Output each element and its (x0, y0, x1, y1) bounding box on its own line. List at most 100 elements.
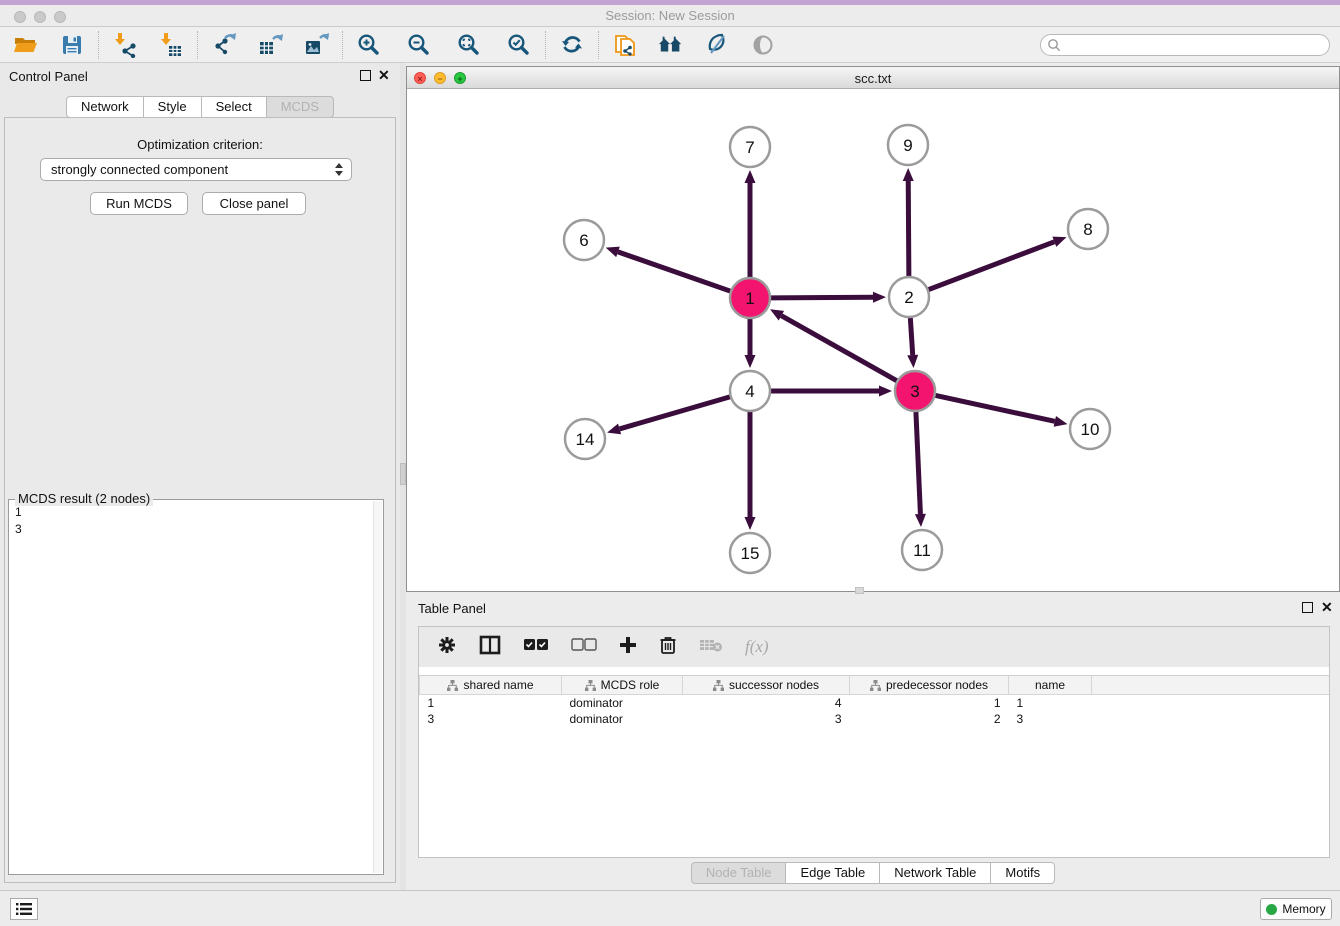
table-panel-title: Table Panel (418, 601, 486, 616)
export-table-icon[interactable] (257, 32, 283, 58)
cell-mcds-role[interactable]: dominator (562, 711, 683, 727)
delete-column-icon (699, 637, 723, 658)
column-header-predecessor-nodes[interactable]: predecessor nodes (850, 676, 1009, 695)
tab-node-table[interactable]: Node Table (691, 862, 787, 884)
cell-predecessor-nodes[interactable]: 2 (850, 711, 1009, 727)
import-table-icon[interactable] (158, 32, 184, 58)
cell-name[interactable]: 1 (1009, 695, 1092, 711)
cell-mcds-role[interactable]: dominator (562, 695, 683, 711)
graph-arrowhead-4-3 (879, 386, 892, 397)
tab-motifs[interactable]: Motifs (991, 862, 1055, 884)
tab-style[interactable]: Style (144, 96, 202, 118)
float-panel-icon[interactable] (360, 70, 371, 81)
delete-row-trash-icon[interactable] (659, 635, 677, 660)
graph-arrowhead-3-10 (1054, 416, 1068, 427)
graph-arrowhead-1-7 (745, 170, 756, 183)
close-panel-icon[interactable]: ✕ (378, 67, 390, 84)
add-column-icon[interactable] (619, 636, 637, 659)
search-input[interactable] (1040, 34, 1330, 56)
node-table-container: f(x) shared name (418, 626, 1330, 858)
application-window: Session: New Session (0, 0, 1340, 926)
zoom-selected-icon[interactable] (506, 32, 532, 58)
criterion-select[interactable]: strongly connected component (40, 158, 352, 181)
zoom-in-icon[interactable] (356, 32, 382, 58)
control-panel: Control Panel ✕ Network Style Select MCD… (0, 63, 400, 890)
graph-edge-4-14[interactable] (620, 397, 730, 429)
mcds-result-box: MCDS result (2 nodes) 1 3 (8, 499, 384, 875)
graph-node-label-3: 3 (910, 382, 919, 401)
graph-edge-2-8[interactable] (929, 242, 1055, 290)
tab-network[interactable]: Network (66, 96, 144, 118)
memory-button[interactable]: Memory (1260, 898, 1332, 920)
cell-successor-nodes[interactable]: 4 (683, 695, 850, 711)
export-network-icon[interactable] (211, 32, 237, 58)
save-session-icon[interactable] (59, 32, 85, 58)
graph-arrowhead-4-14 (607, 424, 621, 435)
graph-edge-3-11[interactable] (916, 412, 920, 514)
network-graph: 7968124314101511 (407, 89, 1339, 591)
zoom-fit-icon[interactable] (456, 32, 482, 58)
column-type-icon (585, 680, 596, 691)
tab-mcds[interactable]: MCDS (267, 96, 334, 118)
unselect-all-columns-icon[interactable] (571, 638, 597, 657)
task-history-button[interactable] (10, 898, 38, 920)
graph-arrowhead-1-4 (745, 355, 756, 368)
select-all-columns-icon[interactable] (523, 638, 549, 657)
cell-name[interactable]: 3 (1009, 711, 1092, 727)
column-header-shared-name[interactable]: shared name (420, 676, 562, 695)
control-panel-title: Control Panel (9, 69, 88, 84)
column-header-successor-nodes[interactable]: successor nodes (683, 676, 850, 695)
table-settings-gear-icon[interactable] (437, 635, 457, 660)
export-image-icon[interactable] (303, 32, 329, 58)
tab-network-table[interactable]: Network Table (880, 862, 991, 884)
import-network-icon[interactable] (112, 32, 138, 58)
criterion-value: strongly connected component (51, 162, 228, 177)
zoom-out-icon[interactable] (406, 32, 432, 58)
list-icon (16, 902, 32, 916)
table-row[interactable]: 3 dominator 3 2 3 (420, 711, 1330, 727)
column-header-mcds-role[interactable]: MCDS role (562, 676, 683, 695)
table-close-panel-icon[interactable]: ✕ (1321, 599, 1333, 616)
run-mcds-button[interactable]: Run MCDS (90, 192, 188, 215)
apply-layout-icon[interactable] (559, 32, 585, 58)
status-bar: Memory (0, 890, 1340, 926)
graph-arrowhead-3-11 (915, 514, 926, 527)
graph-arrowhead-2-9 (903, 168, 914, 181)
mcds-result-title: MCDS result (2 nodes) (15, 491, 153, 506)
show-hide-icon[interactable] (750, 32, 776, 58)
graph-edge-3-1[interactable] (781, 316, 896, 381)
graph-node-label-8: 8 (1083, 220, 1092, 239)
graph-edge-2-3[interactable] (910, 318, 912, 355)
graph-arrowhead-2-8 (1052, 237, 1066, 247)
cell-predecessor-nodes[interactable]: 1 (850, 695, 1009, 711)
close-panel-button[interactable]: Close panel (202, 192, 306, 215)
cell-shared-name[interactable]: 3 (420, 711, 562, 727)
table-header-row: shared name MCDS role successor nodes pr… (420, 676, 1330, 695)
column-header-name[interactable]: name (1009, 676, 1092, 695)
node-table: shared name MCDS role successor nodes pr… (419, 675, 1329, 727)
first-neighbors-icon[interactable] (658, 32, 684, 58)
horizontal-splitter-grip[interactable] (855, 587, 864, 594)
graph-edge-2-9[interactable] (908, 181, 909, 276)
result-scrollbar[interactable] (373, 501, 382, 873)
memory-label: Memory (1282, 902, 1325, 916)
tab-select[interactable]: Select (202, 96, 267, 118)
open-session-icon[interactable] (13, 32, 39, 58)
column-header-filler (1092, 676, 1330, 695)
clone-network-icon[interactable] (612, 32, 638, 58)
graph-edge-3-10[interactable] (936, 395, 1055, 421)
apply-style-icon[interactable] (704, 32, 730, 58)
cell-successor-nodes[interactable]: 3 (683, 711, 850, 727)
table-float-panel-icon[interactable] (1302, 602, 1313, 613)
cell-shared-name[interactable]: 1 (420, 695, 562, 711)
show-columns-icon[interactable] (479, 635, 501, 660)
table-row[interactable]: 1 dominator 4 1 1 (420, 695, 1330, 711)
tab-edge-table[interactable]: Edge Table (786, 862, 880, 884)
mcds-result-list: 1 3 (15, 504, 22, 538)
graph-edge-1-6[interactable] (618, 252, 730, 291)
function-builder-icon: f(x) (745, 637, 769, 657)
optimization-criterion-label: Optimization criterion: (0, 137, 400, 152)
graph-edge-1-2[interactable] (771, 297, 873, 298)
network-canvas[interactable]: 7968124314101511 (407, 89, 1339, 591)
graph-node-label-7: 7 (745, 138, 754, 157)
